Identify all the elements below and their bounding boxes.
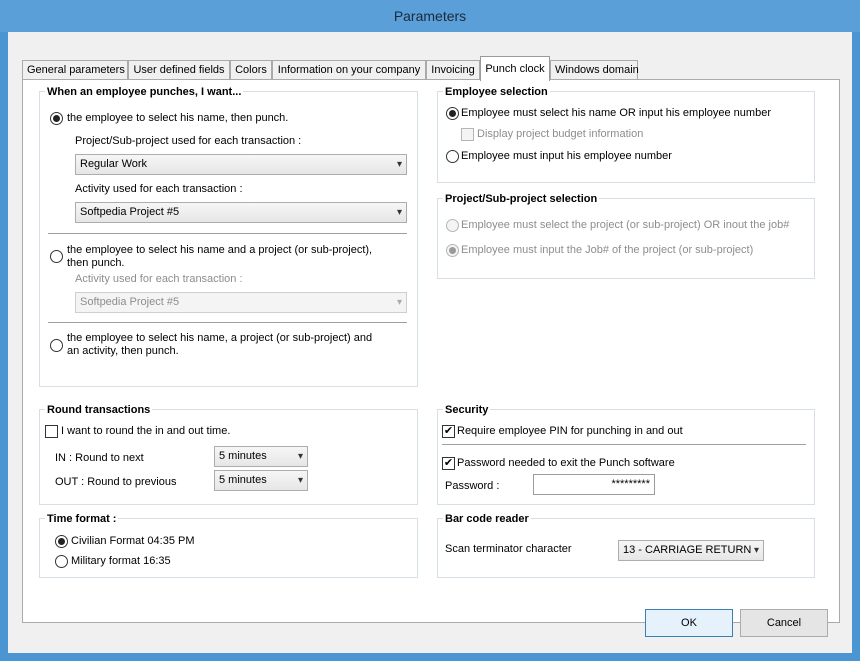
military-format-radio[interactable] bbox=[55, 555, 68, 568]
activity-dropdown-value: Softpedia Project #5 bbox=[80, 206, 180, 218]
punch-option-1-radio[interactable] bbox=[50, 112, 63, 125]
cancel-button[interactable]: Cancel bbox=[740, 609, 828, 637]
scan-terminator-label: Scan terminator character bbox=[445, 543, 572, 555]
tab-punch-clock[interactable]: Punch clock bbox=[480, 56, 550, 81]
project-input-job-radio[interactable] bbox=[446, 244, 459, 257]
dialog-client: General parameters User defined fields C… bbox=[8, 32, 852, 653]
tab-general-parameters[interactable]: General parameters bbox=[22, 60, 128, 80]
chevron-down-icon: ▾ bbox=[396, 297, 402, 308]
project-selection-group: Project/Sub-project selection Employee m… bbox=[437, 193, 815, 279]
activity-dropdown[interactable]: Softpedia Project #5 ▾ bbox=[75, 202, 407, 223]
round-in-dropdown[interactable]: 5 minutes ▾ bbox=[214, 446, 308, 467]
require-pin-label: Require employee PIN for punching in and… bbox=[457, 425, 683, 437]
employee-input-number-label: Employee must input his employee number bbox=[461, 150, 672, 162]
punch-option-2-label-line2: then punch. bbox=[67, 257, 125, 269]
password-label: Password : bbox=[445, 480, 500, 492]
round-transactions-group: Round transactions I want to round the i… bbox=[39, 404, 418, 505]
scan-terminator-value: 13 - CARRIAGE RETURN bbox=[623, 544, 752, 556]
security-title: Security bbox=[443, 404, 491, 416]
window-title: Parameters bbox=[0, 0, 860, 32]
round-out-dropdown[interactable]: 5 minutes ▾ bbox=[214, 470, 308, 491]
round-in-value: 5 minutes bbox=[219, 450, 267, 462]
chevron-down-icon: ▾ bbox=[297, 451, 303, 462]
tab-colors[interactable]: Colors bbox=[230, 60, 272, 80]
password-field[interactable]: ********* bbox=[533, 474, 655, 495]
employee-select-name-radio[interactable] bbox=[446, 107, 459, 120]
punch-option-2-radio[interactable] bbox=[50, 250, 63, 263]
project-selection-title: Project/Sub-project selection bbox=[443, 193, 600, 205]
checkmark-icon: ✔ bbox=[443, 425, 454, 437]
security-group: Security ✔ Require employee PIN for punc… bbox=[437, 404, 815, 505]
employee-select-name-label: Employee must select his name OR input h… bbox=[461, 107, 771, 119]
tab-invoicing[interactable]: Invoicing bbox=[426, 60, 480, 80]
project-label: Project/Sub-project used for each transa… bbox=[75, 135, 302, 147]
time-format-group: Time format : Civilian Format 04:35 PM M… bbox=[39, 513, 418, 578]
project-dropdown[interactable]: Regular Work ▾ bbox=[75, 154, 407, 175]
civilian-format-label: Civilian Format 04:35 PM bbox=[71, 535, 195, 547]
round-out-label: OUT : Round to previous bbox=[55, 476, 177, 488]
activity2-dropdown[interactable]: Softpedia Project #5 ▾ bbox=[75, 292, 407, 313]
punch-option-3-radio[interactable] bbox=[50, 339, 63, 352]
employee-input-number-radio[interactable] bbox=[446, 150, 459, 163]
punch-option-1-label: the employee to select his name, then pu… bbox=[67, 112, 289, 124]
checkmark-icon: ✔ bbox=[443, 457, 454, 469]
divider bbox=[48, 233, 407, 234]
round-transactions-title: Round transactions bbox=[45, 404, 153, 416]
activity2-label: Activity used for each transaction : bbox=[75, 273, 243, 285]
employee-selection-group: Employee selection Employee must select … bbox=[437, 86, 815, 183]
budget-checkbox[interactable] bbox=[461, 128, 474, 141]
tab-windows-domain[interactable]: Windows domain bbox=[550, 60, 639, 80]
barcode-title: Bar code reader bbox=[443, 513, 531, 525]
activity2-dropdown-value: Softpedia Project #5 bbox=[80, 296, 180, 308]
project-select-label: Employee must select the project (or sub… bbox=[461, 219, 790, 231]
barcode-group: Bar code reader Scan terminator characte… bbox=[437, 513, 815, 578]
chevron-down-icon: ▾ bbox=[396, 207, 402, 218]
punch-option-3-label-line1: the employee to select his name, a proje… bbox=[67, 332, 373, 344]
military-format-label: Military format 16:35 bbox=[71, 555, 171, 567]
tab-user-defined-fields[interactable]: User defined fields bbox=[128, 60, 230, 80]
round-in-label: IN : Round to next bbox=[55, 452, 144, 464]
project-select-radio[interactable] bbox=[446, 219, 459, 232]
scan-terminator-dropdown[interactable]: 13 - CARRIAGE RETURN ▾ bbox=[618, 540, 764, 561]
round-checkbox-label: I want to round the in and out time. bbox=[61, 425, 231, 437]
tab-information-company[interactable]: Information on your company bbox=[272, 60, 426, 80]
divider bbox=[442, 444, 806, 445]
project-input-job-label: Employee must input the Job# of the proj… bbox=[461, 244, 754, 256]
project-dropdown-value: Regular Work bbox=[80, 158, 148, 170]
employee-selection-title: Employee selection bbox=[443, 86, 550, 98]
password-needed-checkbox[interactable]: ✔ bbox=[442, 457, 455, 470]
punch-options-group: When an employee punches, I want... the … bbox=[39, 86, 418, 387]
civilian-format-radio[interactable] bbox=[55, 535, 68, 548]
punch-clock-panel: When an employee punches, I want... the … bbox=[22, 79, 840, 623]
ok-button[interactable]: OK bbox=[645, 609, 733, 637]
password-needed-label: Password needed to exit the Punch softwa… bbox=[457, 457, 675, 469]
round-checkbox[interactable] bbox=[45, 425, 58, 438]
require-pin-checkbox[interactable]: ✔ bbox=[442, 425, 455, 438]
punch-option-2-label-line1: the employee to select his name and a pr… bbox=[67, 244, 373, 256]
divider bbox=[48, 322, 407, 323]
round-out-value: 5 minutes bbox=[219, 474, 267, 486]
chevron-down-icon: ▾ bbox=[297, 475, 303, 486]
chevron-down-icon: ▾ bbox=[396, 159, 402, 170]
punch-option-3-label-line2: an activity, then punch. bbox=[67, 345, 179, 357]
activity-label: Activity used for each transaction : bbox=[75, 183, 243, 195]
chevron-down-icon: ▾ bbox=[753, 545, 759, 556]
time-format-title: Time format : bbox=[45, 513, 119, 525]
budget-label: Display project budget information bbox=[477, 128, 644, 140]
punch-options-title: When an employee punches, I want... bbox=[45, 86, 244, 98]
